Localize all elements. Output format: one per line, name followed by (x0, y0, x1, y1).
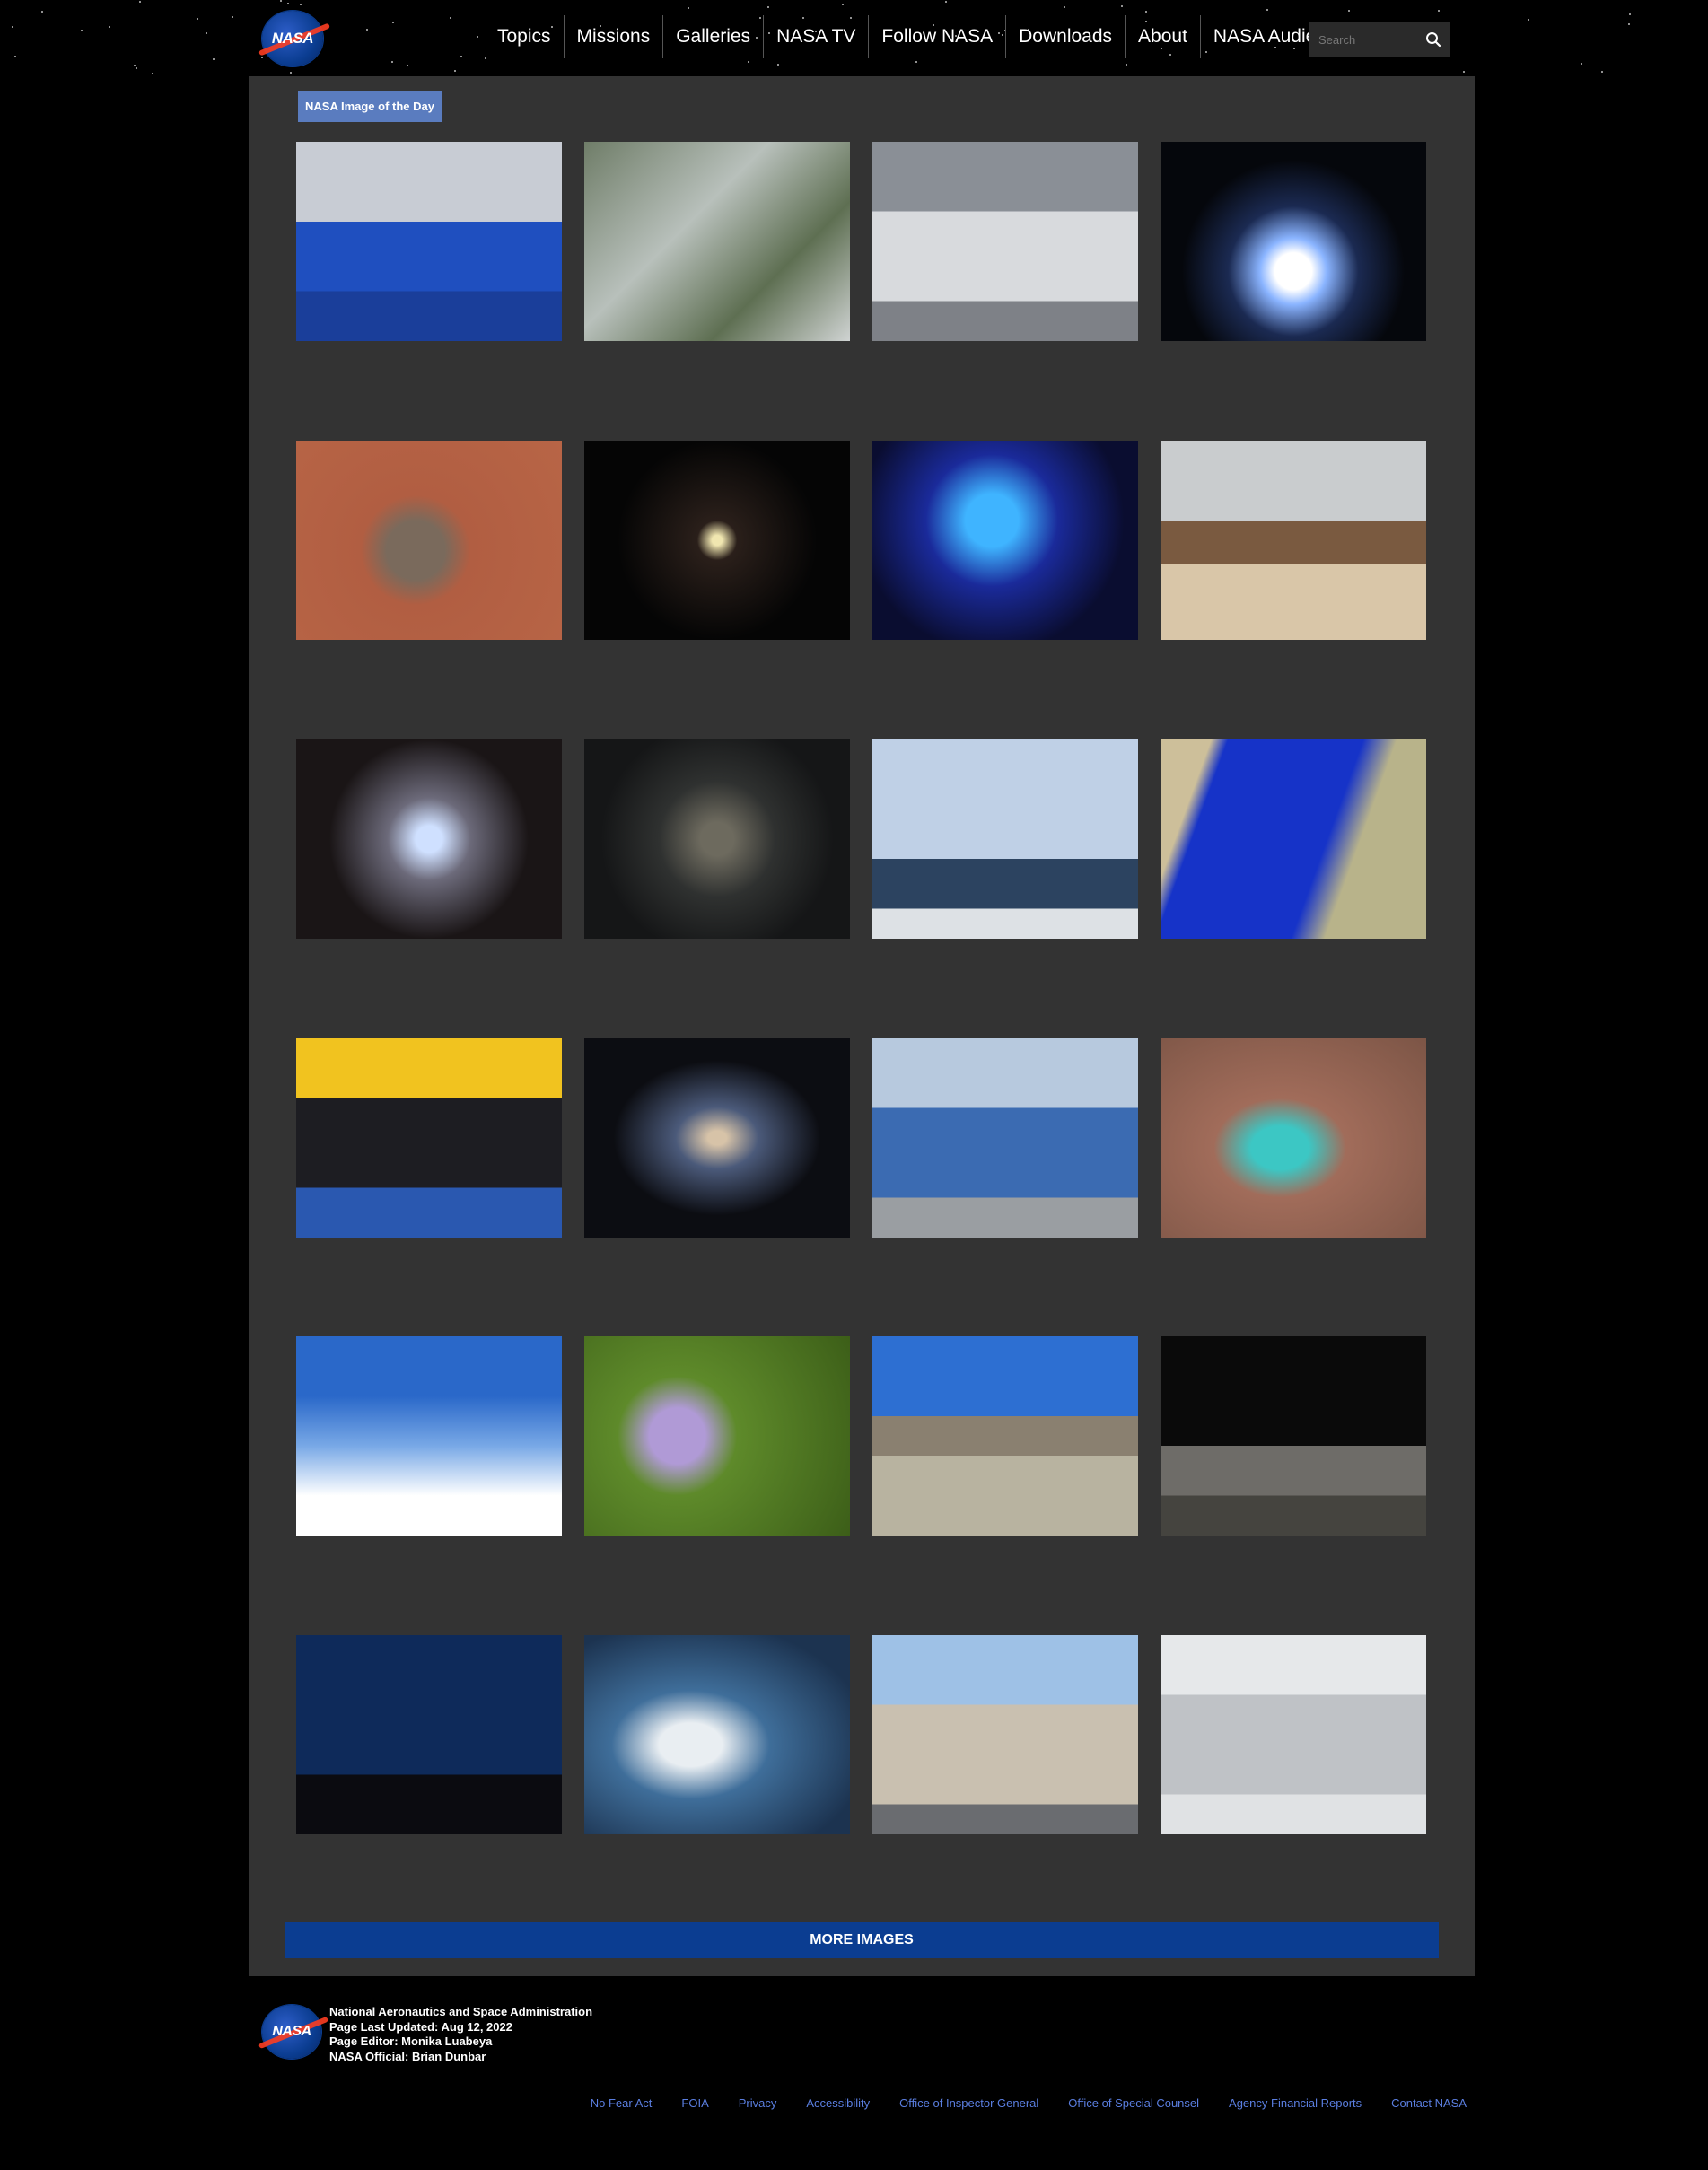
page-editor: Page Editor: Monika Luabeya (329, 2034, 493, 2048)
gallery-image-passion-flowers[interactable] (584, 1336, 850, 1536)
image-thumbnail (1161, 1635, 1426, 1834)
gallery-image-spacecraft-assembly-hangar[interactable] (1161, 1635, 1426, 1834)
last-updated: Page Last Updated: Aug 12, 2022 (329, 2019, 512, 2034)
gallery-image-salt-lake-satellite-view[interactable] (1161, 739, 1426, 939)
image-thumbnail (296, 739, 562, 939)
search-box (1309, 22, 1450, 57)
nasa-logo[interactable]: NASA (258, 11, 331, 66)
image-thumbnail (1161, 1336, 1426, 1536)
gallery-image-turquoise-lake-aerial[interactable] (1161, 1038, 1426, 1238)
main-nav: Topics Missions Galleries NASA TV Follow… (485, 15, 1369, 58)
gallery-image-rocket-launch-at-night[interactable] (296, 1635, 562, 1834)
logo-text: NASA (271, 30, 314, 47)
image-thumbnail (1161, 739, 1426, 939)
footer-info: National Aeronautics and Space Administr… (329, 2005, 592, 2064)
footer-links: No Fear Act FOIA Privacy Accessibility O… (561, 2096, 1467, 2110)
footer-nasa-logo[interactable]: NASA (258, 2005, 329, 2059)
gallery-image-globular-star-cluster[interactable] (296, 739, 562, 939)
image-thumbnail (872, 142, 1138, 341)
gallery-image-hybrid-electric-aircraft[interactable] (296, 1336, 562, 1536)
image-thumbnail (584, 1635, 850, 1834)
nav-missions[interactable]: Missions (565, 15, 663, 58)
image-thumbnail (296, 1038, 562, 1238)
image-thumbnail (584, 1336, 850, 1536)
image-thumbnail (584, 739, 850, 939)
agency-name: National Aeronautics and Space Administr… (329, 2005, 593, 2018)
image-thumbnail (872, 1038, 1138, 1238)
nav-follow-nasa[interactable]: Follow NASA (869, 15, 1005, 58)
search-icon[interactable] (1424, 31, 1442, 48)
gallery-image-apollo-astronaut-with-flag[interactable] (1161, 1336, 1426, 1536)
gallery-image-clouds-from-space-station[interactable] (584, 1635, 850, 1834)
nav-downloads[interactable]: Downloads (1006, 15, 1125, 58)
footer-link-no-fear-act[interactable]: No Fear Act (591, 2096, 653, 2110)
image-thumbnail (872, 1635, 1138, 1834)
image-thumbnail (1161, 441, 1426, 640)
image-thumbnail (584, 142, 850, 341)
nav-about[interactable]: About (1126, 15, 1200, 58)
image-thumbnail (296, 142, 562, 341)
gallery-image-orion-capsule-recovery[interactable] (296, 1038, 562, 1238)
gallery-image-desert-field-team[interactable] (872, 1336, 1138, 1536)
gallery-image-city-lights-from-orbit[interactable] (584, 739, 850, 939)
gallery-image-spiral-galaxy[interactable] (584, 1038, 850, 1238)
footer-link-contact-nasa[interactable]: Contact NASA (1391, 2096, 1467, 2110)
footer-link-financial-reports[interactable]: Agency Financial Reports (1229, 2096, 1362, 2110)
footer-link-accessibility[interactable]: Accessibility (806, 2096, 870, 2110)
image-thumbnail (1161, 1038, 1426, 1238)
image-thumbnail (296, 1635, 562, 1834)
footer-link-special-counsel[interactable]: Office of Special Counsel (1068, 2096, 1199, 2110)
search-input[interactable] (1309, 31, 1419, 48)
gallery-image-osprey-nest-on-nasa-sign[interactable] (296, 142, 562, 341)
gallery-image-earth-clouds-satellite[interactable] (584, 142, 850, 341)
gallery-image-interns-with-aircraft[interactable] (872, 1038, 1138, 1238)
image-thumbnail (584, 1038, 850, 1238)
site-header: NASA Topics Missions Galleries NASA TV F… (0, 0, 1708, 76)
gallery-image-astronaut-crew-portrait[interactable] (872, 739, 1138, 939)
gallery-image-galaxy-cluster-deep-field[interactable] (584, 441, 850, 640)
logo-text: NASA (272, 2024, 311, 2039)
image-gallery-panel: NASA Image of the Day MORE IMAGES (249, 76, 1475, 1976)
image-thumbnail (872, 739, 1138, 939)
image-of-the-day-label[interactable]: NASA Image of the Day (298, 91, 442, 122)
gallery-image-mars-lander-overhead[interactable] (296, 441, 562, 640)
image-thumbnail (872, 441, 1138, 640)
footer-link-privacy[interactable]: Privacy (739, 2096, 777, 2110)
gallery-image-engineers-in-cleanroom[interactable] (872, 142, 1138, 341)
gallery-image-lunar-lander-illustration[interactable] (1161, 142, 1426, 341)
image-thumbnail (296, 1336, 562, 1536)
nasa-official: NASA Official: Brian Dunbar (329, 2049, 486, 2063)
gallery-image-lunar-rover-prototype[interactable] (1161, 441, 1426, 640)
nav-nasa-tv[interactable]: NASA TV (764, 15, 868, 58)
footer-link-inspector-general[interactable]: Office of Inspector General (899, 2096, 1038, 2110)
gallery-image-astronaut-helmet-blue-light[interactable] (872, 441, 1138, 640)
more-images-button[interactable]: MORE IMAGES (285, 1922, 1439, 1958)
image-thumbnail (584, 441, 850, 640)
nav-galleries[interactable]: Galleries (663, 15, 763, 58)
image-thumbnail (296, 441, 562, 640)
nav-topics[interactable]: Topics (485, 15, 564, 58)
gallery-image-test-stand-facility[interactable] (872, 1635, 1138, 1834)
image-thumbnail (872, 1336, 1138, 1536)
footer-link-foia[interactable]: FOIA (681, 2096, 708, 2110)
image-thumbnail (1161, 142, 1426, 341)
